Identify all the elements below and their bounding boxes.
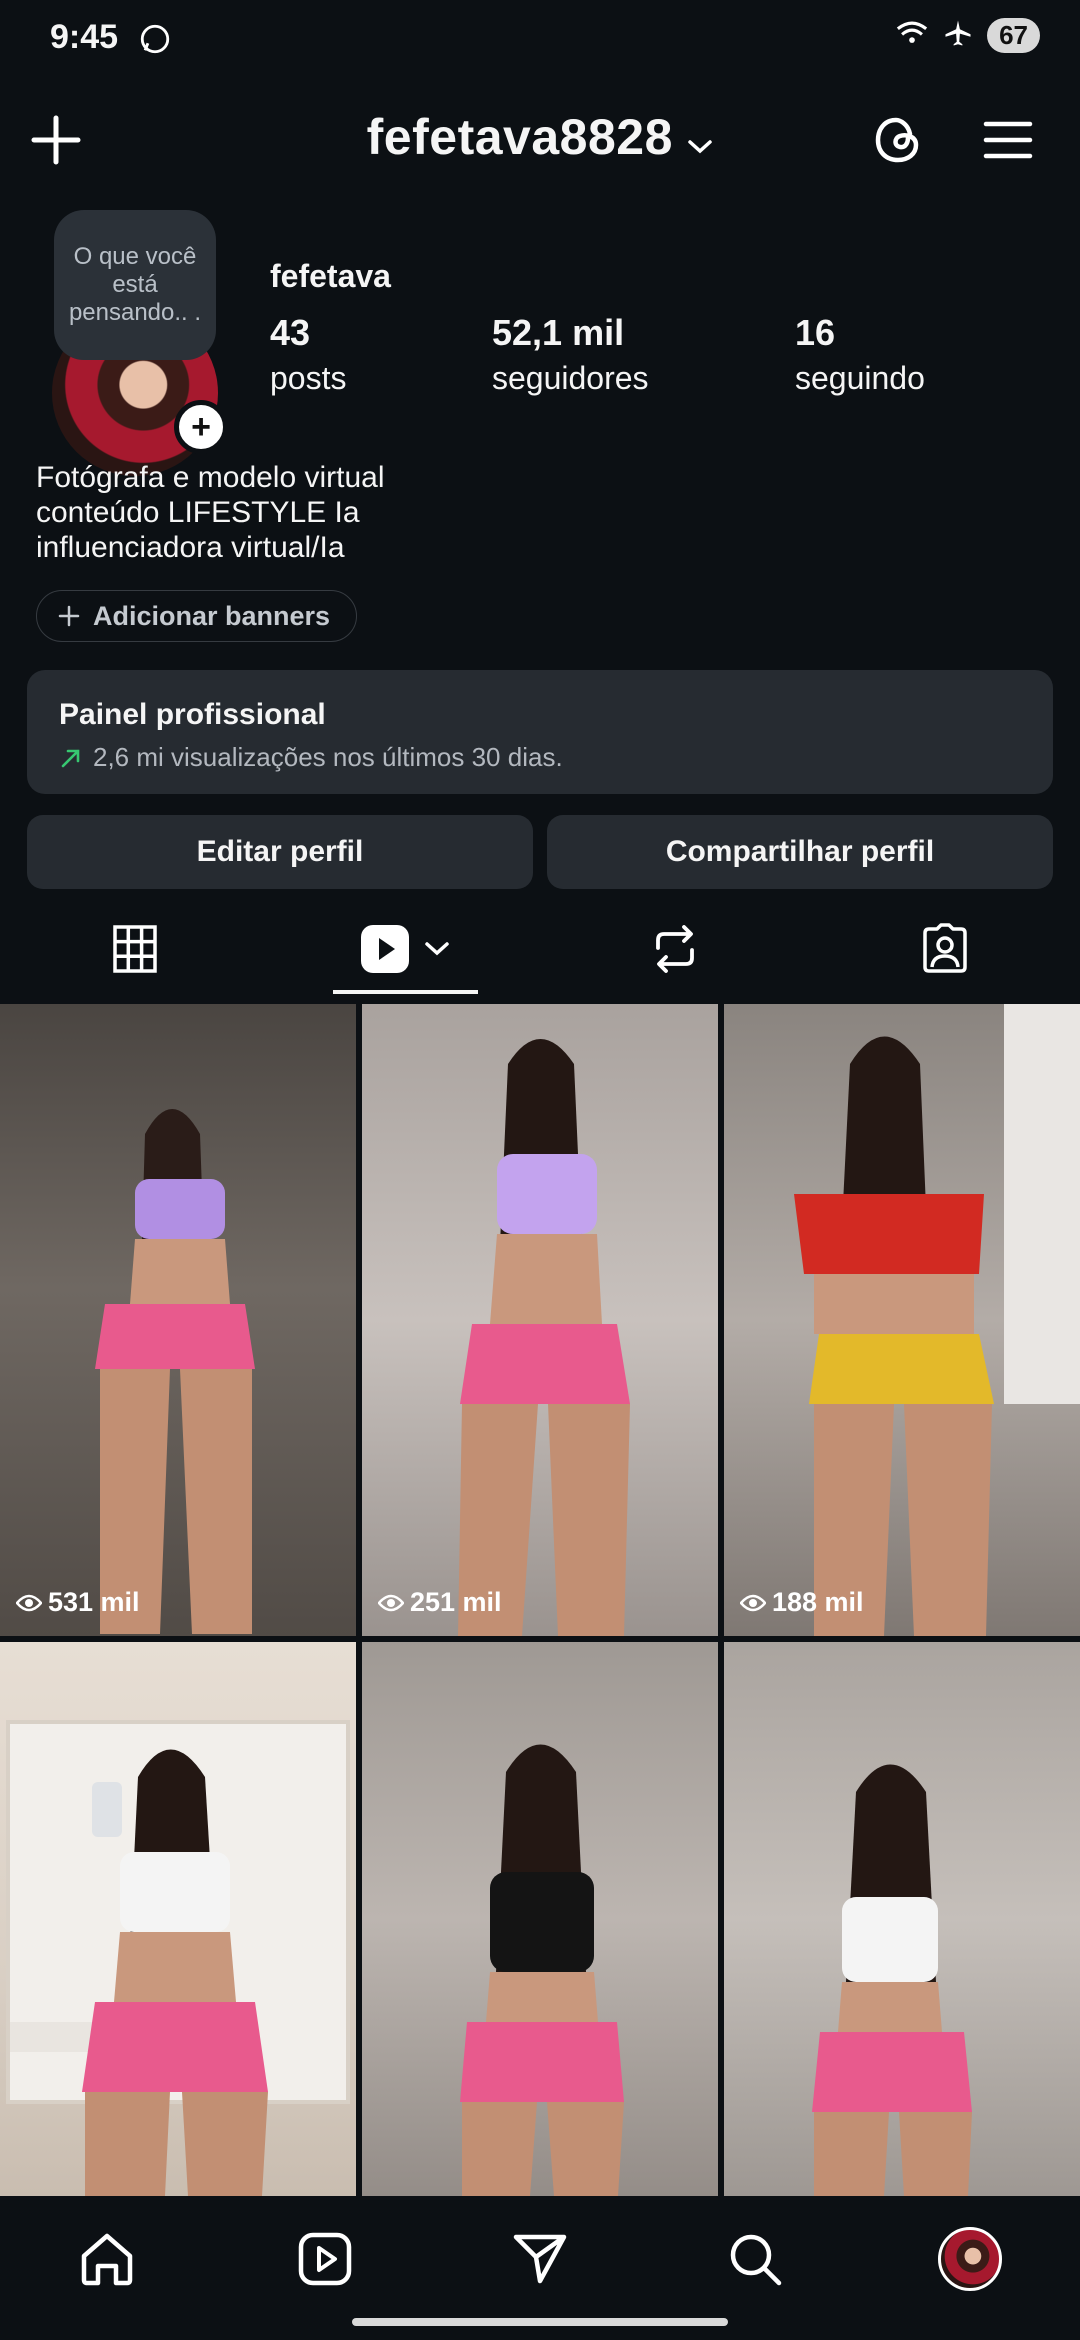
professional-dashboard[interactable]: Painel profissional 2,6 mi visualizações… bbox=[27, 670, 1053, 794]
threads-icon bbox=[875, 117, 919, 163]
plus-icon: + bbox=[191, 408, 211, 446]
bio: Fotógrafa e modelo virtual conteúdo LIFE… bbox=[36, 460, 556, 565]
view-count: 251 mil bbox=[378, 1587, 502, 1618]
thumbnail-photo bbox=[6, 1720, 350, 2196]
home-indicator bbox=[352, 2318, 728, 2326]
tab-reels[interactable] bbox=[270, 900, 540, 998]
thumbnail-photo bbox=[458, 1039, 630, 1636]
add-story-button[interactable]: + bbox=[174, 400, 228, 454]
hamburger-menu-icon bbox=[983, 121, 1033, 159]
eye-icon bbox=[740, 1594, 766, 1611]
note-bubble[interactable]: O que você está pensando.. . bbox=[54, 210, 216, 360]
stat-following[interactable]: 16 seguindo bbox=[795, 312, 925, 397]
grid-item[interactable]: 251 mil bbox=[362, 1004, 718, 1636]
nav-messages[interactable] bbox=[505, 2224, 575, 2294]
edit-profile-button[interactable]: Editar perfil bbox=[27, 815, 533, 889]
view-count: 188 mil bbox=[740, 1587, 864, 1618]
active-tab-indicator bbox=[333, 990, 478, 994]
tagged-person-icon bbox=[923, 923, 967, 973]
pro-panel-subtitle: 2,6 mi visualizações nos últimos 30 dias… bbox=[93, 742, 563, 772]
top-bar: fefetava8828 bbox=[0, 100, 1080, 180]
tab-tagged[interactable] bbox=[810, 900, 1080, 998]
stat-following-value: 16 bbox=[795, 312, 836, 353]
share-profile-button[interactable]: Compartilhar perfil bbox=[547, 815, 1053, 889]
view-count: 531 mil bbox=[16, 1587, 140, 1618]
grid-icon bbox=[113, 925, 157, 973]
chevron-down-icon bbox=[425, 942, 449, 956]
search-icon bbox=[730, 2234, 782, 2286]
profile-tabs bbox=[0, 900, 1080, 998]
view-count-label: 531 mil bbox=[48, 1587, 140, 1617]
wifi-icon bbox=[895, 18, 929, 53]
bio-line: conteúdo LIFESTYLE Ia bbox=[36, 496, 360, 529]
add-banners-button[interactable]: Adicionar banners bbox=[36, 590, 358, 642]
grid-item[interactable]: 188 mil bbox=[724, 1004, 1080, 1636]
plus-icon bbox=[58, 605, 80, 627]
status-bar: 9:45 67 bbox=[0, 0, 1080, 80]
username: fefetava8828 bbox=[366, 109, 673, 165]
nav-reels[interactable] bbox=[290, 2224, 360, 2294]
view-count-label: 188 mil bbox=[772, 1587, 864, 1617]
bio-line: Fotógrafa e modelo virtual bbox=[36, 461, 385, 494]
grid-item[interactable]: 531 mil bbox=[0, 1004, 356, 1636]
whatsapp-icon bbox=[138, 22, 172, 61]
battery-indicator: 67 bbox=[987, 18, 1040, 53]
stat-posts-value: 43 bbox=[270, 312, 311, 353]
stat-followers[interactable]: 52,1 mil seguidores bbox=[492, 312, 649, 397]
thumbnail-photo bbox=[812, 1764, 972, 2196]
reels-icon bbox=[298, 2232, 352, 2286]
display-name: fefetava bbox=[270, 258, 391, 294]
nav-home[interactable] bbox=[72, 2224, 142, 2294]
reels-icon bbox=[361, 925, 409, 973]
profile-avatar-section: O que você está pensando.. . + bbox=[50, 210, 228, 476]
stat-followers-value: 52,1 mil bbox=[492, 312, 625, 353]
home-icon bbox=[81, 2233, 133, 2286]
nav-search[interactable] bbox=[720, 2224, 790, 2294]
pro-panel-title: Painel profissional bbox=[59, 698, 326, 731]
menu-button[interactable] bbox=[980, 112, 1036, 168]
grid-item[interactable] bbox=[0, 1642, 356, 2196]
eye-icon bbox=[378, 1594, 404, 1611]
tab-posts-grid[interactable] bbox=[0, 900, 270, 998]
profile-avatar-small bbox=[938, 2227, 1002, 2291]
send-message-icon bbox=[513, 2234, 567, 2284]
status-time: 9:45 bbox=[50, 18, 119, 56]
airplane-icon bbox=[943, 18, 973, 53]
nav-profile[interactable] bbox=[935, 2224, 1005, 2294]
repost-icon bbox=[656, 925, 694, 973]
add-banners-label: Adicionar banners bbox=[93, 600, 331, 631]
grid-item[interactable] bbox=[362, 1642, 718, 2196]
chevron-down-icon bbox=[687, 138, 713, 161]
thumbnail-photo bbox=[794, 1004, 1080, 1636]
stat-posts-label: posts bbox=[270, 360, 347, 396]
stat-followers-label: seguidores bbox=[492, 360, 649, 396]
stat-following-label: seguindo bbox=[795, 360, 925, 396]
trend-up-arrow-icon bbox=[61, 749, 80, 767]
reels-grid: 531 mil 251 mil 188 mil bbox=[0, 1004, 1080, 2196]
bio-line: influenciadora virtual/Ia bbox=[36, 531, 345, 564]
eye-icon bbox=[16, 1594, 42, 1611]
threads-button[interactable] bbox=[870, 112, 926, 168]
thumbnail-photo bbox=[460, 1744, 624, 2196]
stat-posts[interactable]: 43 posts bbox=[270, 312, 346, 397]
view-count-label: 251 mil bbox=[410, 1587, 502, 1617]
tab-reposts[interactable] bbox=[540, 900, 810, 998]
grid-item[interactable] bbox=[724, 1642, 1080, 2196]
thumbnail-photo bbox=[95, 1109, 255, 1634]
